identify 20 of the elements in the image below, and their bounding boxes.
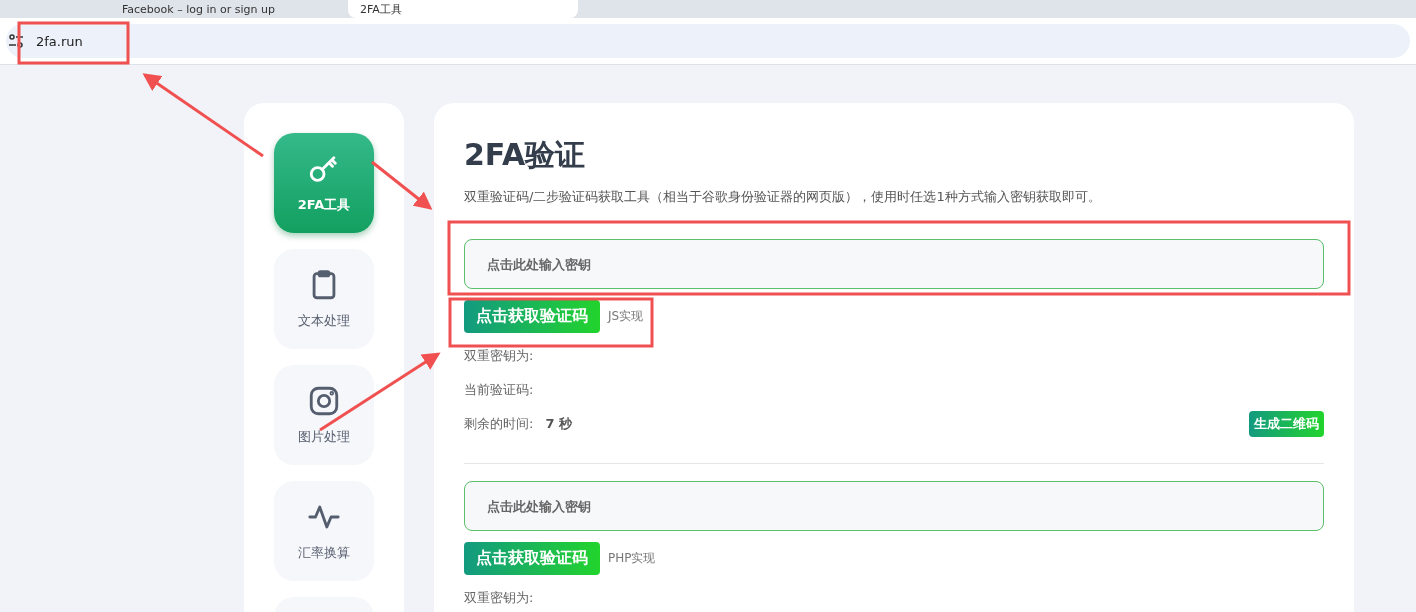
secret-key-field[interactable]: 点击此处输入密钥 xyxy=(464,239,1324,289)
sidebar-item[interactable]: 文本处理 xyxy=(274,249,374,349)
browser-tab[interactable]: Facebook – log in or sign up xyxy=(110,0,340,18)
address-field[interactable]: 2fa.run xyxy=(6,24,1410,58)
field-value: 7 秒 xyxy=(545,415,572,433)
page-title: 2FA验证 xyxy=(464,136,587,174)
page-description: 双重验证码/二步验证码获取工具（相当于谷歌身份验证器的网页版），使用时任选1种方式输入密钥获取即可。 xyxy=(464,188,1102,206)
annotation-arrow xyxy=(371,160,433,210)
implementation-note: JS实现 xyxy=(608,308,644,325)
implementation-note: PHP实现 xyxy=(608,550,656,567)
secret-key-field[interactable]: 点击此处输入密钥 xyxy=(464,481,1324,531)
field-label: 剩余的时间: xyxy=(464,415,534,433)
browser-tab[interactable]: 2FA工具 xyxy=(348,0,578,18)
sidebar-item[interactable]: 汇率换算 xyxy=(274,481,374,581)
field-label: 当前验证码: xyxy=(464,381,534,399)
sidebar-item[interactable]: 图片处理 xyxy=(274,365,374,465)
camera-icon xyxy=(307,384,341,418)
site-settings-icon[interactable] xyxy=(8,33,24,49)
field-label: 双重密钥为: xyxy=(464,347,534,365)
field-label: 双重密钥为: xyxy=(464,589,534,607)
